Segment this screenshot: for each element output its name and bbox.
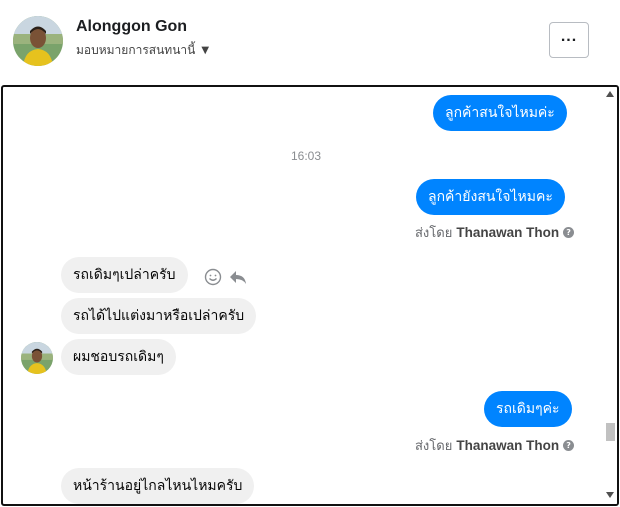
assign-conversation-dropdown[interactable]: มอบหมายการสนทนานี้ ▼: [76, 41, 209, 60]
message-timestamp: 16:03: [291, 149, 322, 163]
contact-avatar[interactable]: [13, 16, 63, 66]
scrollbar-thumb[interactable]: [606, 423, 615, 441]
sender-name: Thanawan Thon: [456, 225, 560, 240]
sent-by-info: ส่งโดย Thanawan Thon ?: [415, 435, 575, 456]
message-bubble-incoming[interactable]: ผมชอบรถเดิมๆ: [61, 339, 176, 375]
message-bubble-incoming[interactable]: หน้าร้านอยู่ไกลไหนไหมครับ: [61, 468, 255, 504]
message-bubble-incoming[interactable]: รถเดิมๆเปล่าครับ: [61, 257, 188, 293]
message-bubble-incoming[interactable]: รถได้ไปแต่งมาหรือเปล่าครับ: [61, 298, 257, 334]
message-thread[interactable]: ลูกค้าสนใจไหมค่ะ 16:03 ลูกค้ายังสนใจไหมค…: [1, 85, 619, 506]
contact-avatar-small[interactable]: [21, 342, 53, 374]
message-actions: [204, 268, 248, 286]
scrollbar[interactable]: [603, 87, 617, 504]
caret-down-icon: ▼: [201, 45, 210, 56]
reply-icon[interactable]: [228, 268, 248, 286]
sent-by-info: ส่งโดย Thanawan Thon ?: [415, 222, 575, 243]
message-bubble-outgoing[interactable]: รถเดิมๆค่ะ: [484, 391, 572, 427]
sender-name: Thanawan Thon: [456, 438, 560, 453]
message-bubble-outgoing[interactable]: ลูกค้าสนใจไหมค่ะ: [433, 95, 567, 131]
smiley-icon[interactable]: [204, 268, 222, 286]
contact-name: Alonggon Gon: [76, 18, 188, 35]
sent-by-prefix: ส่งโดย: [415, 226, 453, 241]
assign-label: มอบหมายการสนทนานี้: [76, 43, 196, 57]
scroll-up-arrow-icon[interactable]: [606, 91, 614, 97]
scroll-down-arrow-icon[interactable]: [606, 492, 614, 498]
sent-by-prefix: ส่งโดย: [415, 439, 453, 454]
message-bubble-outgoing[interactable]: ลูกค้ายังสนใจไหมคะ: [416, 179, 565, 215]
more-icon: ...: [560, 28, 578, 45]
conversation-header: Alonggon Gon มอบหมายการสนทนานี้ ▼ ...: [0, 0, 620, 84]
help-icon[interactable]: ?: [563, 227, 575, 238]
help-icon[interactable]: ?: [563, 440, 575, 451]
more-options-button[interactable]: ...: [549, 22, 589, 58]
